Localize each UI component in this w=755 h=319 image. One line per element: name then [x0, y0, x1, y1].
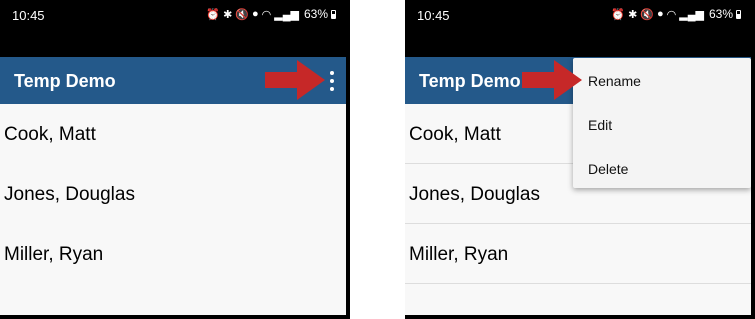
status-bar: 10:45 ⏰ ✱ 🔇 ● ◠ ▂▄▆ 63%: [0, 0, 350, 30]
location-icon: ●: [656, 8, 664, 20]
wifi-icon: ◠: [666, 8, 677, 21]
wifi-icon: ◠: [261, 8, 272, 21]
menu-item-edit[interactable]: Edit: [573, 102, 751, 146]
contact-list: Cook, Matt Jones, Douglas Miller, Ryan: [0, 104, 346, 315]
status-icons: ⏰ ✱ 🔇 ● ◠ ▂▄▆ 63%: [611, 7, 741, 21]
status-time: 10:45: [417, 8, 450, 23]
status-time: 10:45: [12, 8, 45, 23]
phone-screen-before: 10:45 ⏰ ✱ 🔇 ● ◠ ▂▄▆ 63% Temp Demo Cook, …: [0, 0, 350, 319]
more-vert-icon[interactable]: [326, 71, 338, 91]
location-icon: ●: [251, 8, 259, 20]
signal-icon: ▂▄▆: [679, 8, 704, 21]
menu-item-rename[interactable]: Rename: [573, 58, 751, 102]
battery-level: 63%: [303, 7, 328, 21]
mute-icon: 🔇: [235, 8, 249, 21]
battery-level: 63%: [708, 7, 733, 21]
pointer-arrow-icon: [265, 60, 325, 100]
menu-item-delete[interactable]: Delete: [573, 146, 751, 190]
alarm-icon: ⏰: [611, 8, 626, 21]
list-item[interactable]: Miller, Ryan: [0, 224, 346, 284]
mute-icon: 🔇: [640, 8, 654, 21]
status-icons: ⏰ ✱ 🔇 ● ◠ ▂▄▆ 63%: [206, 7, 336, 21]
list-item[interactable]: Jones, Douglas: [0, 164, 346, 224]
battery-icon: [736, 9, 741, 19]
overflow-menu: Rename Edit Delete: [573, 58, 751, 188]
alarm-icon: ⏰: [206, 8, 221, 21]
app-title: Temp Demo: [419, 71, 521, 91]
app-title: Temp Demo: [14, 71, 116, 91]
battery-icon: [331, 9, 336, 19]
list-item[interactable]: Miller, Ryan: [405, 224, 751, 284]
bluetooth-icon: ✱: [628, 8, 638, 21]
signal-icon: ▂▄▆: [274, 8, 299, 21]
status-bar: 10:45 ⏰ ✱ 🔇 ● ◠ ▂▄▆ 63%: [405, 0, 755, 30]
list-item[interactable]: Cook, Matt: [0, 104, 346, 164]
pointer-arrow-icon: [522, 60, 582, 100]
bluetooth-icon: ✱: [223, 8, 233, 21]
